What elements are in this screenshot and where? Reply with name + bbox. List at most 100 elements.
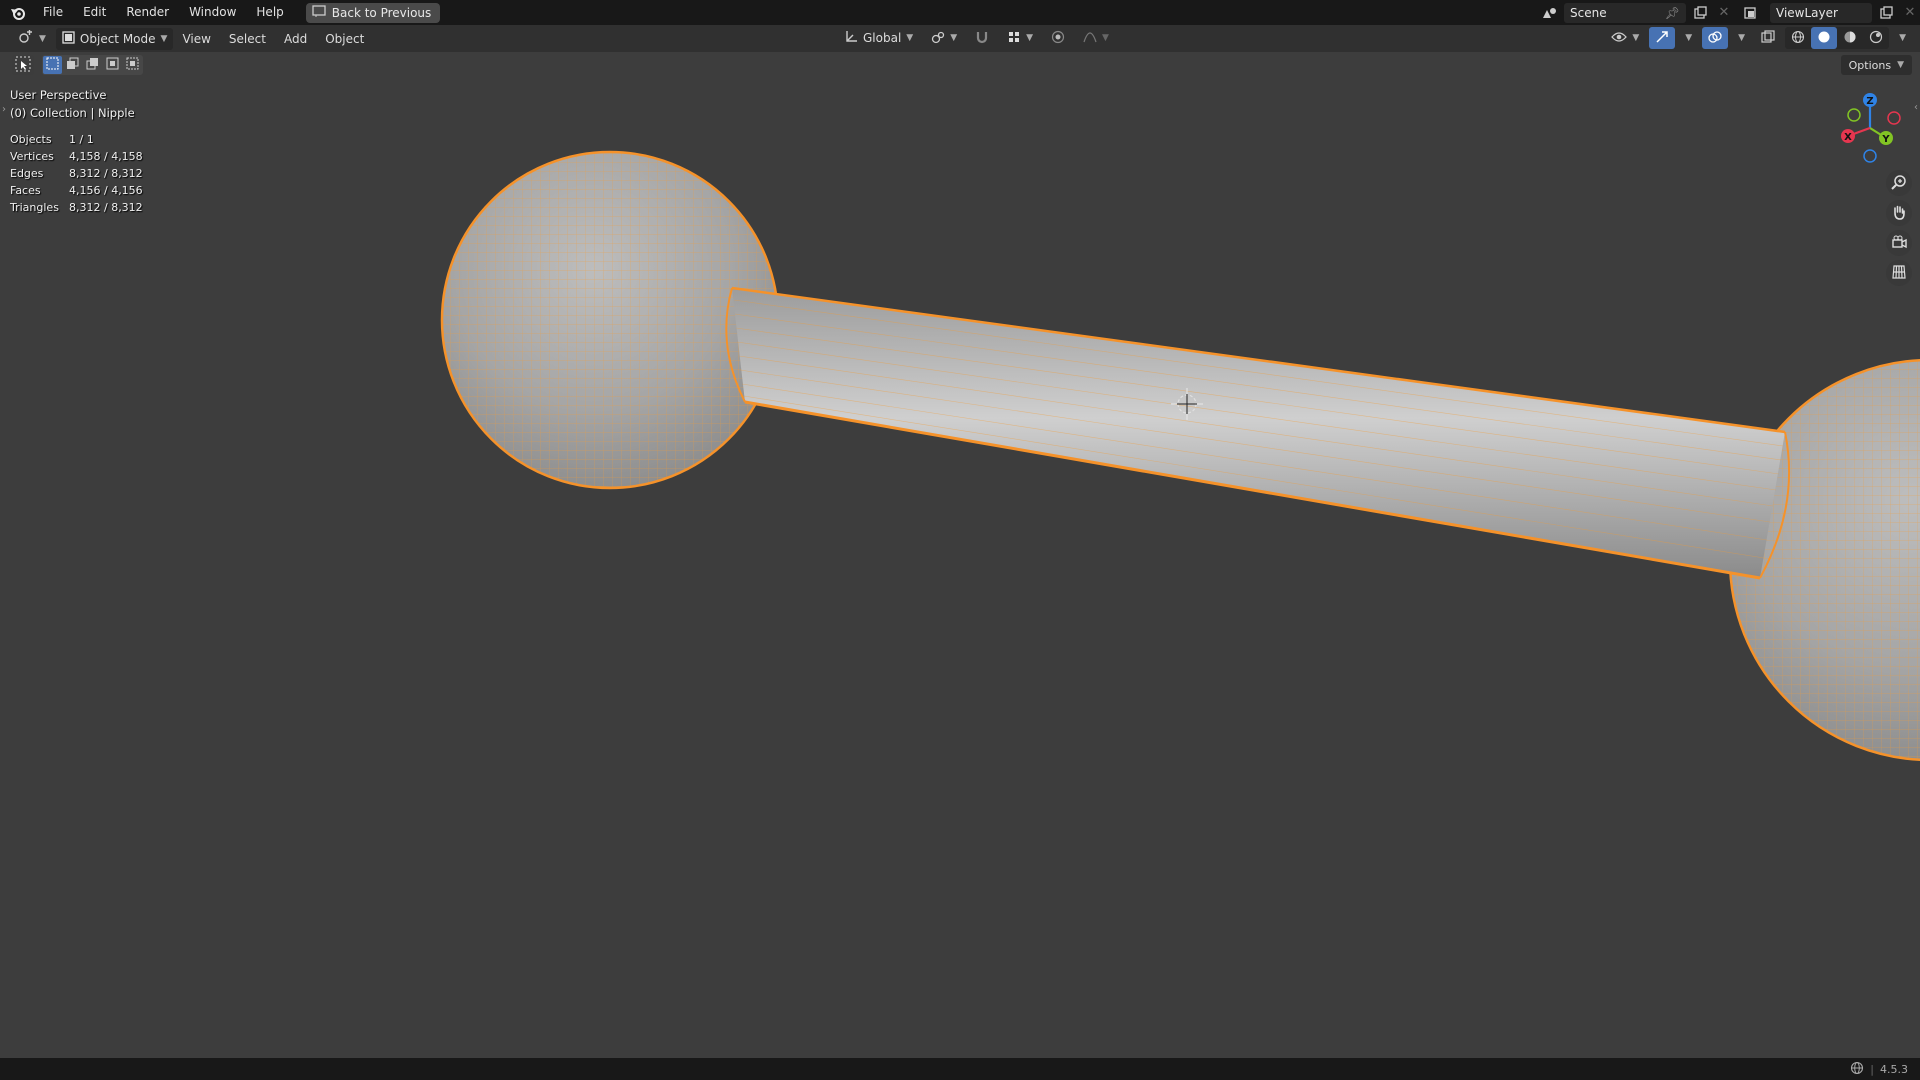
axis-x-label: X [1844,132,1852,143]
select-extend-icon [66,57,79,73]
pivot-icon [931,30,945,47]
remove-view-layer-icon[interactable]: ✕ [1900,3,1920,23]
chevron-down-icon: ▼ [1899,33,1906,43]
hand-icon [1891,204,1907,223]
viewport-header: ▼ Object Mode ▼ View Select Add Object G… [0,25,1920,52]
blender-version: 4.5.3 [1880,1063,1908,1076]
menu-window[interactable]: Window [179,0,246,25]
stats-label: Vertices [10,150,54,163]
chevron-down-icon: ▼ [950,33,958,43]
zoom-button[interactable] [1886,170,1912,196]
snap-target-selector[interactable]: ▼ [1001,27,1039,49]
blender-logo-icon[interactable] [9,4,27,22]
new-scene-icon[interactable] [1690,3,1710,23]
select-box-icon [15,56,31,75]
viewport-display-tools: ▼ ▼ ▼ ▼ [1605,27,1912,49]
menu-help[interactable]: Help [246,0,293,25]
shading-options[interactable]: ▼ [1893,27,1912,49]
menu-render[interactable]: Render [116,0,179,25]
snap-toggle[interactable] [969,27,995,49]
proportional-editing-toggle[interactable] [1045,27,1071,49]
proportional-falloff-selector[interactable]: ▼ [1077,27,1115,49]
gizmo-options[interactable]: ▼ [1679,27,1698,49]
sidebar-expand-icon[interactable]: › [2,104,6,115]
chevron-down-icon: ▼ [1685,33,1693,43]
cylinder-mesh [725,286,1791,580]
header-menu-add[interactable]: Add [275,32,316,46]
new-view-layer-icon[interactable] [1876,3,1896,23]
solid-shading-button[interactable] [1811,27,1838,49]
camera-view-button[interactable] [1886,230,1912,256]
editor-type-icon [18,30,34,47]
scene-selector[interactable]: Scene 📌︎ [1564,2,1686,23]
chevron-down-icon: ▼ [1102,33,1109,43]
stats-row: Objects 1 / 1 [10,131,143,148]
select-intersect-button[interactable] [123,56,142,74]
rendered-sphere-icon [1869,30,1883,47]
orientation-axes-icon [844,30,858,47]
pin-icon[interactable]: 📌︎ [1665,6,1680,20]
select-intersect-icon [126,57,139,73]
top-menu-bar: File Edit Render Window Help Back to Pre… [0,0,1920,25]
magnifier-plus-icon [1891,174,1907,193]
overlays-icon [1708,30,1722,47]
view-layer-type-icon[interactable] [1738,3,1766,23]
select-new-button[interactable] [43,56,62,74]
network-globe-icon[interactable] [1850,1061,1864,1078]
view-layer-name: ViewLayer [1776,5,1838,20]
pivot-point-selector[interactable]: ▼ [925,27,963,49]
header-menu-select[interactable]: Select [220,32,275,46]
orientation-label: Global [863,31,902,45]
collapse-sidebar-icon[interactable]: ‹ [1914,102,1918,113]
editor-type-button[interactable]: ▼ [12,28,52,50]
scene-name: Scene [1570,5,1607,20]
remove-scene-icon[interactable]: ✕ [1714,3,1734,23]
material-shading-button[interactable] [1837,27,1863,49]
back-to-previous-button[interactable]: Back to Previous [305,2,441,23]
options-dropdown[interactable]: Options ▼ [1840,55,1912,75]
perspective-toggle-button[interactable] [1886,260,1912,286]
header-menu-object[interactable]: Object [316,32,373,46]
viewport-scene[interactable] [0,0,1920,1080]
status-divider: | [1870,1063,1874,1076]
tool-settings-row [12,55,143,75]
stats-value: 8,312 / 8,312 [69,201,143,214]
overlays-options[interactable]: ▼ [1732,27,1751,49]
scene-type-icon[interactable] [1540,3,1560,23]
pan-button[interactable] [1886,200,1912,226]
axis-z-label: Z [1866,96,1873,107]
chevron-down-icon: ▼ [1897,60,1904,70]
header-menu-view[interactable]: View [173,32,219,46]
chevron-down-icon: ▼ [39,33,46,44]
overlays-toggle[interactable] [1702,27,1729,49]
stats-value: 1 / 1 [69,133,94,146]
stats-value: 8,312 / 8,312 [69,167,143,180]
transform-orientation-selector[interactable]: Global ▼ [838,27,919,49]
select-invert-icon [106,57,119,73]
select-extend-button[interactable] [63,56,82,74]
select-tool-button[interactable] [12,55,34,75]
chevron-down-icon: ▼ [1632,33,1640,43]
stats-label: Triangles [10,201,59,214]
wireframe-shading-button[interactable] [1785,27,1811,49]
object-mode-icon [62,30,75,47]
mode-selector[interactable]: Object Mode ▼ [55,27,174,50]
stats-row: Edges 8,312 / 8,312 [10,165,143,182]
select-invert-button[interactable] [103,56,122,74]
select-new-icon [46,57,59,73]
select-subtract-button[interactable] [83,56,102,74]
stats-row: Faces 4,156 / 4,156 [10,182,143,199]
options-label: Options [1848,58,1892,72]
visibility-selector[interactable]: ▼ [1605,27,1645,49]
xray-toggle[interactable] [1755,27,1781,49]
back-to-previous-label: Back to Previous [331,5,432,20]
menu-edit[interactable]: Edit [73,0,116,25]
chevron-down-icon: ▼ [1026,33,1034,43]
navigation-gizmo[interactable]: Z Y X [1830,88,1910,168]
menu-file[interactable]: File [33,0,73,25]
view-layer-selector[interactable]: ViewLayer [1770,2,1872,23]
axis-y-label: Y [1881,134,1890,145]
gizmo-toggle[interactable] [1649,27,1676,49]
rendered-shading-button[interactable] [1863,27,1889,49]
collection-label: (0) Collection | Nipple [10,106,135,120]
